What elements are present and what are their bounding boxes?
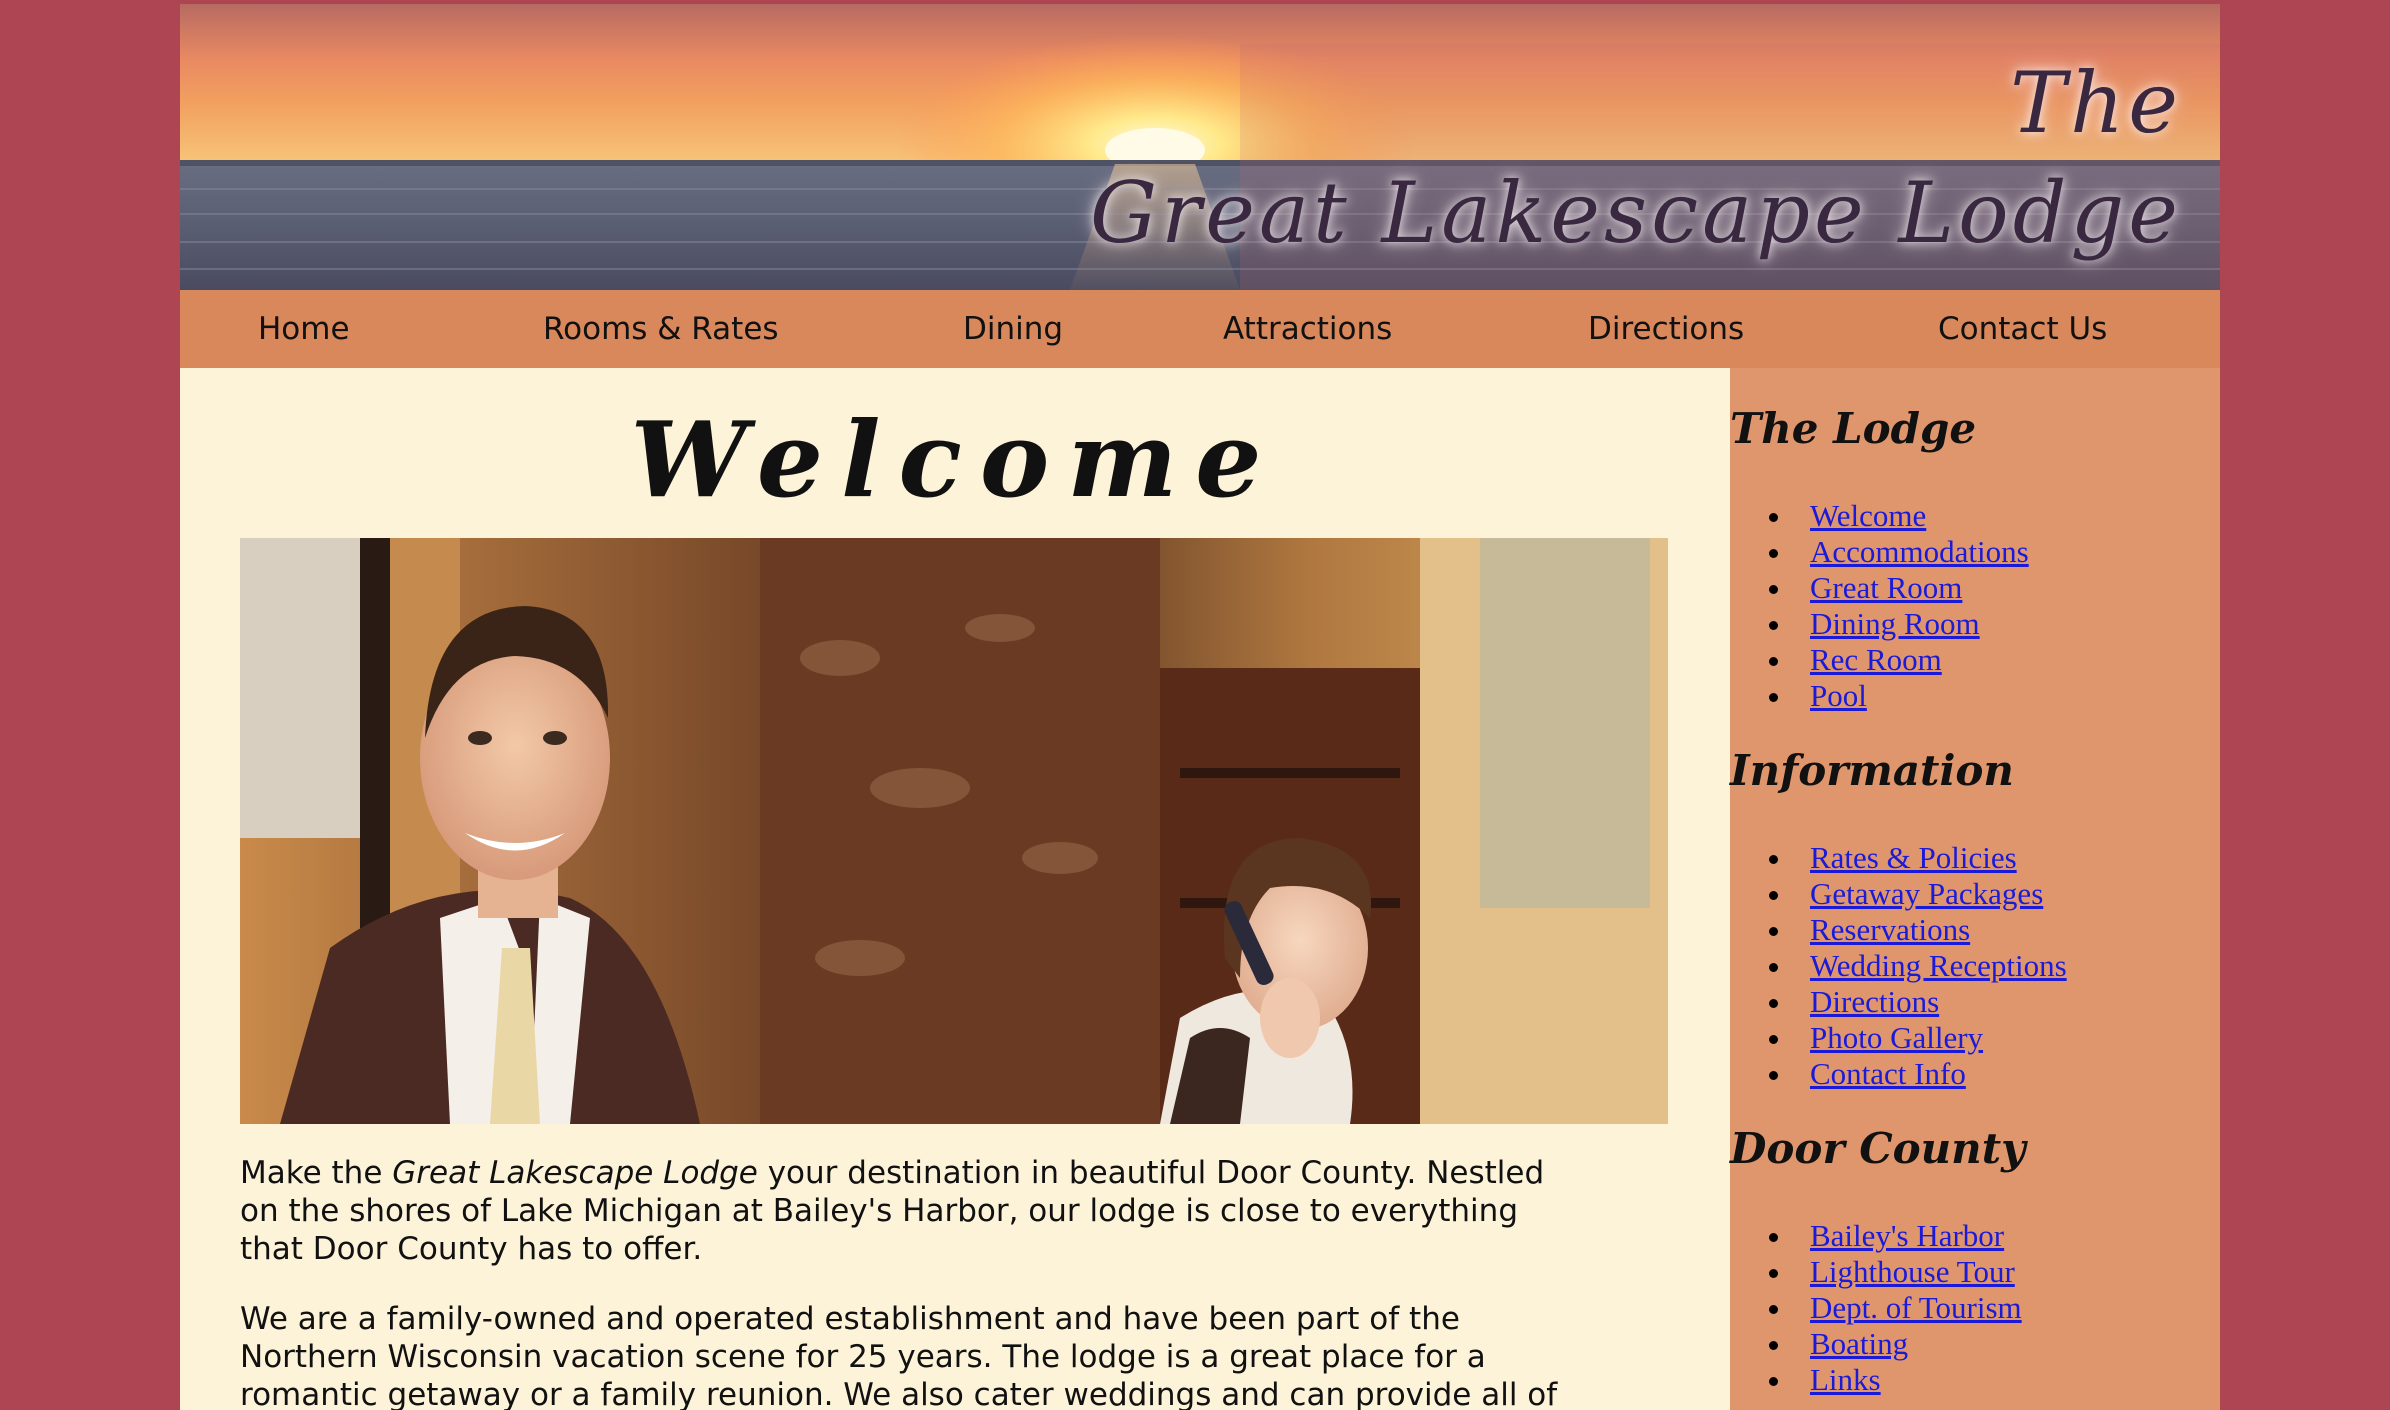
- sidebar-heading-door-county: Door County: [1730, 1124, 2026, 1173]
- link-dining-room[interactable]: Dining Room: [1810, 606, 1980, 641]
- list-item: Dining Room: [1730, 606, 2029, 642]
- main-content: Welcome Make the Great Lakescape Lodge y…: [180, 368, 1730, 1410]
- list-item: Dept. of Tourism: [1730, 1290, 2022, 1326]
- reception-photo: [240, 538, 1668, 1124]
- nav-attractions[interactable]: Attractions: [1223, 290, 1392, 368]
- link-reservations[interactable]: Reservations: [1810, 912, 1970, 947]
- list-item: Pool: [1730, 678, 2029, 714]
- link-pool[interactable]: Pool: [1810, 678, 1867, 713]
- list-item: Photo Gallery: [1730, 1020, 2067, 1056]
- sidebar-list-door-county: Bailey's Harbor Lighthouse Tour Dept. of…: [1730, 1218, 2022, 1398]
- link-welcome[interactable]: Welcome: [1810, 498, 1926, 533]
- link-contact-info[interactable]: Contact Info: [1810, 1056, 1966, 1091]
- list-item: Links: [1730, 1362, 2022, 1398]
- list-item: Rates & Policies: [1730, 840, 2067, 876]
- list-item: Getaway Packages: [1730, 876, 2067, 912]
- sidebar: The Lodge Welcome Accommodations Great R…: [1730, 368, 2220, 1410]
- link-dept-of-tourism[interactable]: Dept. of Tourism: [1810, 1290, 2022, 1325]
- link-getaway-packages[interactable]: Getaway Packages: [1810, 876, 2043, 911]
- lodge-name-emphasis: Great Lakescape Lodge: [392, 1155, 758, 1191]
- list-item: Directions: [1730, 984, 2067, 1020]
- list-item: Bailey's Harbor: [1730, 1218, 2022, 1254]
- link-photo-gallery[interactable]: Photo Gallery: [1810, 1020, 1983, 1055]
- main-nav: Home Rooms & Rates Dining Attractions Di…: [180, 290, 2220, 368]
- link-rates-policies[interactable]: Rates & Policies: [1810, 840, 2017, 875]
- page-container: The Great Lakescape Lodge Home Rooms & R…: [180, 4, 2220, 1410]
- list-item: Reservations: [1730, 912, 2067, 948]
- page-heading: Welcome: [630, 398, 1280, 521]
- family-paragraph: We are a family-owned and operated estab…: [240, 1301, 1558, 1410]
- nav-rooms-rates[interactable]: Rooms & Rates: [543, 290, 779, 368]
- list-item: Wedding Receptions: [1730, 948, 2067, 984]
- link-boating[interactable]: Boating: [1810, 1326, 1908, 1361]
- link-directions[interactable]: Directions: [1810, 984, 1939, 1019]
- nav-dining[interactable]: Dining: [963, 290, 1063, 368]
- site-title-the: The: [2010, 54, 2182, 152]
- list-item: Welcome: [1730, 498, 2029, 534]
- list-item: Great Room: [1730, 570, 2029, 606]
- site-title: Great Lakescape Lodge: [1090, 164, 2182, 262]
- intro-text-start: Make the: [240, 1155, 393, 1191]
- list-item: Lighthouse Tour: [1730, 1254, 2022, 1290]
- header-banner: The Great Lakescape Lodge: [180, 4, 2220, 290]
- sidebar-heading-the-lodge: The Lodge: [1730, 404, 1977, 453]
- intro-paragraph: Make the Great Lakescape Lodge your dest…: [240, 1154, 1580, 1268]
- nav-directions[interactable]: Directions: [1588, 290, 1744, 368]
- list-item: Contact Info: [1730, 1056, 2067, 1092]
- nav-home[interactable]: Home: [258, 290, 350, 368]
- reception-staff-image: [240, 538, 1668, 1124]
- link-great-room[interactable]: Great Room: [1810, 570, 1962, 605]
- link-links[interactable]: Links: [1810, 1362, 1881, 1397]
- sidebar-list-information: Rates & Policies Getaway Packages Reserv…: [1730, 840, 2067, 1092]
- sidebar-heading-information: Information: [1730, 746, 2014, 795]
- nav-contact-us[interactable]: Contact Us: [1938, 290, 2107, 368]
- list-item: Rec Room: [1730, 642, 2029, 678]
- link-rec-room[interactable]: Rec Room: [1810, 642, 1942, 677]
- link-accommodations[interactable]: Accommodations: [1810, 534, 2029, 569]
- link-lighthouse-tour[interactable]: Lighthouse Tour: [1810, 1254, 2015, 1289]
- list-item: Accommodations: [1730, 534, 2029, 570]
- list-item: Boating: [1730, 1326, 2022, 1362]
- link-wedding-receptions[interactable]: Wedding Receptions: [1810, 948, 2067, 983]
- sidebar-list-the-lodge: Welcome Accommodations Great Room Dining…: [1730, 498, 2029, 714]
- link-baileys-harbor[interactable]: Bailey's Harbor: [1810, 1218, 2004, 1253]
